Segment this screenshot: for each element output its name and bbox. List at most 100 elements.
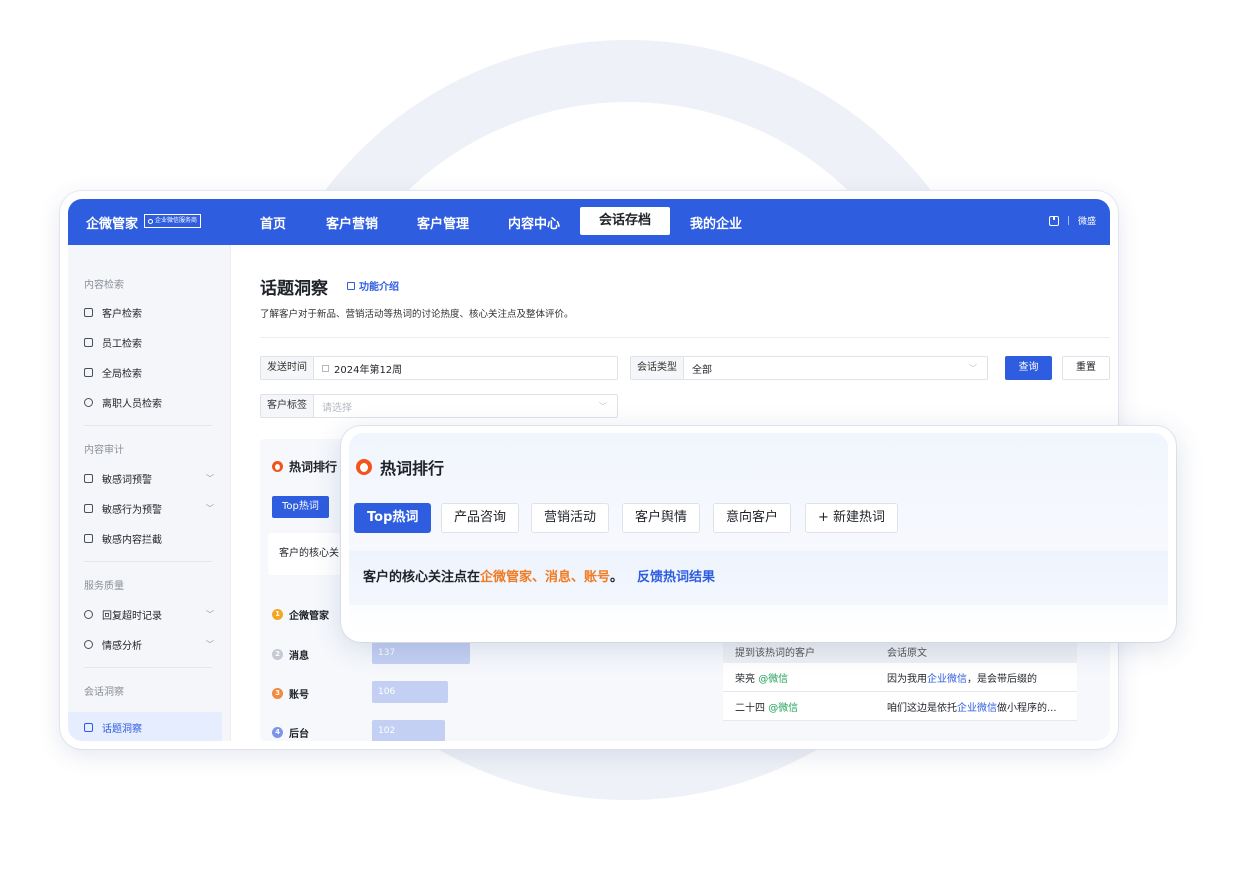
sidebar-divider xyxy=(84,425,212,426)
send-time-label: 发送时间 xyxy=(261,357,314,379)
sidebar-item-label: 敏感内容拦截 xyxy=(102,535,162,546)
original-text-cell: 咱们这边是依托企业微信做小程序的... xyxy=(875,699,1077,714)
nav-separator: | xyxy=(1066,215,1070,226)
page-description: 了解客户对于新品、营销活动等热词的讨论热度、核心关注点及整体评价。 xyxy=(260,309,574,320)
ranking-row[interactable]: 4 后台 xyxy=(272,725,309,740)
ranking-word: 企微管家 xyxy=(289,611,329,622)
header-divider xyxy=(260,337,1110,338)
customer-name: 二十四 xyxy=(735,702,765,714)
sidebar-item-sentiment-analysis[interactable]: 情感分析 ﹀ xyxy=(84,637,214,652)
document-icon xyxy=(84,722,93,732)
nav-item-home[interactable]: 首页 xyxy=(260,213,286,232)
table-header: 提到该热词的客户 会话原文 xyxy=(723,639,1077,663)
feature-intro-label: 功能介绍 xyxy=(359,282,399,293)
chevron-down-icon: ﹀ xyxy=(969,364,977,373)
hot-words-title: 热词排行 xyxy=(272,458,337,475)
sidebar-item-customer-search[interactable]: 客户检索 xyxy=(84,305,214,320)
sidebar-item-sensitive-content-block[interactable]: 敏感内容拦截 xyxy=(84,531,214,546)
customer-cell: 荣亮 @微信 xyxy=(723,670,875,685)
search-icon xyxy=(148,218,153,224)
tab-new-hot-word[interactable]: + 新建热词 xyxy=(805,503,899,533)
sidebar-item-label: 情感分析 xyxy=(102,641,142,652)
table-row[interactable]: 二十四 @微信 咱们这边是依托企业微信做小程序的... xyxy=(723,692,1077,721)
brand-badge: 企业微信服务商 xyxy=(144,214,202,228)
chevron-down-icon: ﹀ xyxy=(206,610,214,619)
text-post: 做小程序的... xyxy=(997,702,1057,714)
ranking-word: 账号 xyxy=(289,690,309,701)
tab-product-consult[interactable]: 产品咨询 xyxy=(441,503,520,533)
text-post: ，是会带后缀的 xyxy=(967,673,1037,685)
feature-intro-link[interactable]: 功能介绍 xyxy=(347,278,399,293)
user-icon xyxy=(84,398,93,407)
customer-name: 荣亮 xyxy=(735,673,755,685)
nav-item-my-enterprise[interactable]: 我的企业 xyxy=(690,213,742,232)
book-icon xyxy=(347,281,355,290)
nav-right: | 微盛 xyxy=(1048,214,1096,227)
sidebar-item-sensitive-word-alert[interactable]: 敏感词预警 ﹀ xyxy=(84,471,214,486)
block-document-icon xyxy=(84,534,93,543)
scan-icon xyxy=(84,368,93,377)
clock-icon xyxy=(84,610,93,619)
mention-table: 提到该热词的客户 会话原文 荣亮 @微信 因为我用企业微信，是会带后缀的 二十四… xyxy=(723,639,1077,721)
nav-item-customer-marketing[interactable]: 客户营销 xyxy=(326,213,378,232)
nav-item-customer-management[interactable]: 客户管理 xyxy=(417,213,469,232)
sidebar-item-staff-search[interactable]: 员工检索 xyxy=(84,335,214,350)
core-focus-band: 客户的核心关注点在 企微管家、消息、账号。反馈热词结果 xyxy=(349,551,1168,605)
text-highlight: 企业微信 xyxy=(957,702,997,714)
tab-top-words[interactable]: Top热词 xyxy=(354,503,432,533)
tab-top-words[interactable]: Top热词 xyxy=(272,496,329,518)
brand-badge-text: 企业微信服务商 xyxy=(155,217,198,224)
sidebar-item-label: 话题洞察 xyxy=(102,723,142,735)
reset-button[interactable]: 重置 xyxy=(1062,356,1110,380)
ranking-bar: 137 xyxy=(372,642,470,664)
session-type-label: 会话类型 xyxy=(631,357,684,379)
send-time-field[interactable]: 发送时间 2024年第12周 xyxy=(260,356,618,380)
tab-intent-customer[interactable]: 意向客户 xyxy=(713,503,792,533)
sidebar-item-label: 员工检索 xyxy=(102,339,142,350)
feedback-link[interactable]: 反馈热词结果 xyxy=(637,551,715,605)
send-time-value-wrap: 2024年第12周 xyxy=(314,361,410,376)
sidebar-group-session-insight: 会话洞察 xyxy=(84,687,124,698)
ranking-row[interactable]: 3 账号 xyxy=(272,686,309,701)
customer-tag-select[interactable]: 客户标签 请选择 ﹀ xyxy=(260,394,618,418)
table-row[interactable]: 荣亮 @微信 因为我用企业微信，是会带后缀的 xyxy=(723,663,1077,692)
sidebar-item-global-search[interactable]: 全局检索 xyxy=(84,365,214,380)
flame-icon xyxy=(272,461,283,472)
ranking-row[interactable]: 1 企微管家 xyxy=(272,607,329,622)
flame-icon xyxy=(356,459,372,475)
tab-customer-sentiment[interactable]: 客户舆情 xyxy=(622,503,701,533)
sidebar: 内容检索 客户检索 员工检索 全局检索 离职人员检索 内容审计 敏感词预警 ﹀ 敏… xyxy=(68,245,231,741)
sidebar-item-label: 敏感词预警 xyxy=(102,475,152,486)
customer-tag-label: 客户标签 xyxy=(261,395,314,417)
focus-prefix: 客户的核心关注点在 xyxy=(363,570,481,585)
sidebar-item-topic-insight[interactable]: 话题洞察 xyxy=(84,713,214,741)
rank-3-badge: 3 xyxy=(272,688,283,699)
book-icon[interactable] xyxy=(1048,215,1059,226)
sidebar-item-resigned-search[interactable]: 离职人员检索 xyxy=(84,395,214,410)
text-pre: 咱们这边是依托 xyxy=(887,702,957,714)
chevron-down-icon: ﹀ xyxy=(206,504,214,513)
top-nav-bar: 企微管家 企业微信服务商 首页 客户营销 客户管理 内容中心 会话存档 我的企业… xyxy=(68,199,1110,245)
user-name[interactable]: 微盛 xyxy=(1078,214,1096,227)
sidebar-item-sensitive-behavior-alert[interactable]: 敏感行为预警 ﹀ xyxy=(84,501,214,516)
channel-tag: @微信 xyxy=(758,673,789,685)
session-type-value: 全部 xyxy=(692,364,712,376)
query-button[interactable]: 查询 xyxy=(1005,356,1052,380)
column-header-customer: 提到该热词的客户 xyxy=(735,647,815,659)
tab-marketing-activity[interactable]: 营销活动 xyxy=(531,503,610,533)
text-pre: 因为我用 xyxy=(887,673,927,685)
sidebar-item-reply-timeout[interactable]: 回复超时记录 ﹀ xyxy=(84,607,214,622)
focus-words: 企微管家、消息、账号 xyxy=(480,570,611,585)
text-highlight: 企业微信 xyxy=(927,673,967,685)
session-type-select[interactable]: 会话类型 全部 ﹀ xyxy=(630,356,988,380)
calendar-icon xyxy=(322,364,329,372)
sidebar-item-label: 客户检索 xyxy=(102,309,142,320)
popup-inner: 热词排行 Top热词 产品咨询 营销活动 客户舆情 意向客户 + 新建热词 客户… xyxy=(349,433,1168,635)
scan-icon xyxy=(84,308,93,317)
ranking-row[interactable]: 2 消息 xyxy=(272,647,309,662)
nav-item-content-center[interactable]: 内容中心 xyxy=(508,213,560,232)
chevron-down-icon: ﹀ xyxy=(206,474,214,483)
sidebar-divider xyxy=(84,667,212,668)
nav-item-session-archive[interactable]: 会话存档 xyxy=(580,207,671,235)
popup-title-text: 热词排行 xyxy=(380,459,445,478)
